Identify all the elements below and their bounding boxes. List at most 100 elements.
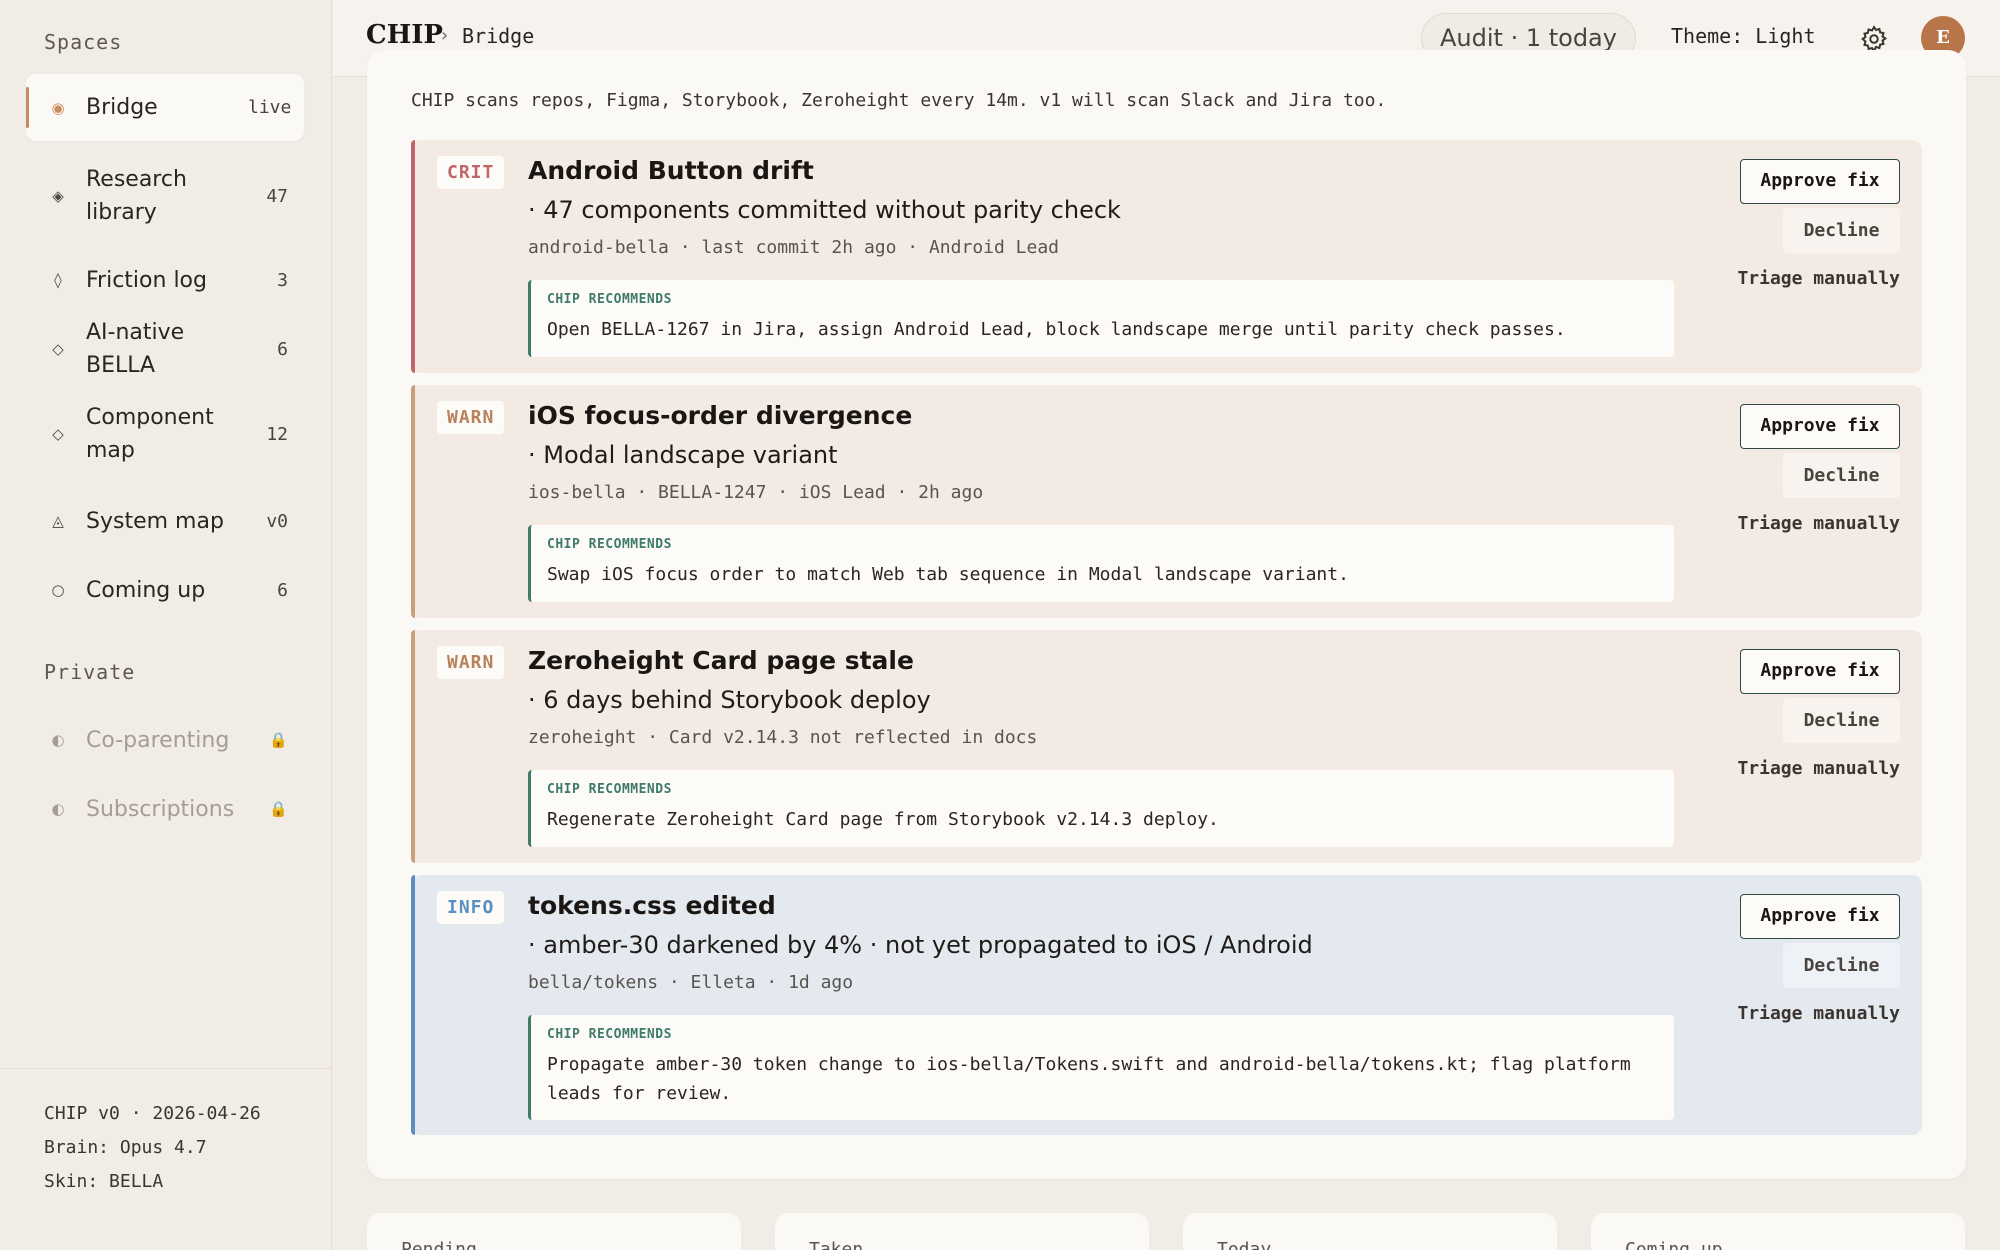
sidebar-item-count: 47 bbox=[266, 185, 288, 207]
sidebar-item-count: v0 bbox=[266, 510, 288, 532]
stat-card-today[interactable]: Today bbox=[1183, 1213, 1557, 1250]
sidebar-item-bridge[interactable]: ◉ Bridge live bbox=[26, 74, 304, 141]
radio-dot-icon: ◉ bbox=[51, 98, 65, 117]
triangle-icon: ◬ bbox=[52, 512, 64, 530]
brain-info: Brain: Opus 4.7 bbox=[44, 1137, 207, 1158]
stat-label: Pending bbox=[401, 1239, 477, 1250]
sidebar-item-label: Co-parenting bbox=[86, 727, 230, 753]
private-heading: Private bbox=[44, 660, 136, 684]
spaces-heading: Spaces bbox=[44, 30, 123, 54]
sidebar-item-label: Coming up bbox=[86, 577, 206, 603]
alert-title: Android Button drift bbox=[528, 156, 814, 185]
alert-title: iOS focus-order divergence bbox=[528, 401, 913, 430]
sidebar-item-count: 6 bbox=[277, 338, 288, 360]
sidebar-item-ai-native-bella[interactable]: ◇ AI-native BELLA 6 bbox=[26, 320, 304, 378]
recommendation-label: CHIP RECOMMENDS bbox=[547, 537, 672, 552]
sidebar-footer: CHIP v0 · 2026-04-26 Brain: Opus 4.7 Ski… bbox=[0, 1068, 332, 1199]
stat-card-taken[interactable]: Taken bbox=[775, 1213, 1149, 1250]
sidebar-item-label: Bridge bbox=[86, 95, 158, 120]
sidebar: Spaces ◉ Bridge live ◈ Research library … bbox=[0, 0, 332, 1250]
alert-card: WARN iOS focus-order divergence · Modal … bbox=[411, 385, 1922, 618]
recommendation-label: CHIP RECOMMENDS bbox=[547, 1027, 672, 1042]
triage-manually-button[interactable]: Triage manually bbox=[1714, 513, 1900, 534]
sidebar-item-count: 6 bbox=[277, 579, 288, 601]
recommendation-label: CHIP RECOMMENDS bbox=[547, 292, 672, 307]
lock-icon: 🔒 bbox=[269, 731, 288, 749]
sidebar-item-research-library[interactable]: ◈ Research library 47 bbox=[26, 158, 304, 234]
lozenge-icon: ◊ bbox=[54, 271, 62, 289]
recommendation-text: Swap iOS focus order to match Web tab se… bbox=[547, 564, 1349, 585]
alert-meta: bella/tokens · Elleta · 1d ago bbox=[528, 972, 854, 993]
stat-card-pending[interactable]: Pending bbox=[367, 1213, 741, 1250]
breadcrumb[interactable]: Bridge bbox=[462, 24, 534, 48]
sidebar-item-label: Research library bbox=[86, 167, 187, 225]
diamond-filled-icon: ◈ bbox=[52, 187, 64, 205]
recommendation-text: Propagate amber-30 token change to ios-b… bbox=[547, 1054, 1631, 1104]
triage-manually-button[interactable]: Triage manually bbox=[1714, 1003, 1900, 1024]
sidebar-item-coming-up[interactable]: ○ Coming up 6 bbox=[26, 565, 304, 615]
sidebar-item-count: 3 bbox=[277, 269, 288, 291]
severity-badge: WARN bbox=[437, 401, 505, 434]
alert-subtitle: · 47 components committed without parity… bbox=[528, 196, 1121, 224]
scan-note: CHIP scans repos, Figma, Storybook, Zero… bbox=[411, 90, 1387, 111]
recommendation-label: CHIP RECOMMENDS bbox=[547, 782, 672, 797]
skin-info: Skin: BELLA bbox=[44, 1171, 164, 1192]
sidebar-item-label: Subscriptions bbox=[86, 796, 235, 822]
approve-fix-button[interactable]: Approve fix bbox=[1740, 894, 1900, 939]
diamond-outline-icon: ◇ bbox=[52, 425, 64, 443]
decline-button[interactable]: Decline bbox=[1783, 453, 1900, 498]
severity-badge: WARN bbox=[437, 646, 505, 679]
approve-fix-button[interactable]: Approve fix bbox=[1740, 404, 1900, 449]
triage-manually-button[interactable]: Triage manually bbox=[1714, 758, 1900, 779]
alert-subtitle: · amber-30 darkened by 4% · not yet prop… bbox=[528, 931, 1313, 959]
severity-badge: INFO bbox=[437, 891, 505, 924]
recommendation-box: CHIP RECOMMENDS Regenerate Zeroheight Ca… bbox=[528, 770, 1674, 847]
sidebar-item-count: live bbox=[248, 97, 292, 118]
sidebar-item-label: AI-native BELLA bbox=[86, 320, 185, 378]
circle-icon: ○ bbox=[51, 581, 65, 599]
alert-title: Zeroheight Card page stale bbox=[528, 646, 914, 675]
alert-meta: zeroheight · Card v2.14.3 not reflected … bbox=[528, 727, 1038, 748]
recommendation-box: CHIP RECOMMENDS Open BELLA-1267 in Jira,… bbox=[528, 280, 1674, 357]
diamond-outline-icon: ◇ bbox=[52, 340, 64, 358]
decline-button[interactable]: Decline bbox=[1783, 208, 1900, 253]
sidebar-item-friction-log[interactable]: ◊ Friction log 3 bbox=[26, 255, 304, 305]
stat-card-coming-up[interactable]: Coming up bbox=[1591, 1213, 1965, 1250]
chevron-right-icon: › bbox=[441, 25, 449, 46]
recommendation-box: CHIP RECOMMENDS Propagate amber-30 token… bbox=[528, 1015, 1674, 1120]
sidebar-item-label: Friction log bbox=[86, 267, 207, 293]
sidebar-item-count: 12 bbox=[266, 423, 288, 445]
stat-label: Taken bbox=[809, 1239, 864, 1250]
alert-card: WARN Zeroheight Card page stale · 6 days… bbox=[411, 630, 1922, 863]
recommendation-text: Regenerate Zeroheight Card page from Sto… bbox=[547, 809, 1219, 830]
alert-meta: ios-bella · BELLA-1247 · iOS Lead · 2h a… bbox=[528, 482, 984, 503]
alert-subtitle: · 6 days behind Storybook deploy bbox=[528, 686, 931, 714]
sidebar-item-system-map[interactable]: ◬ System map v0 bbox=[26, 496, 304, 546]
sidebar-item-subscriptions[interactable]: ◐ Subscriptions 🔒 bbox=[26, 784, 304, 834]
alert-title: tokens.css edited bbox=[528, 891, 776, 920]
sidebar-item-component-map[interactable]: ◇ Component map 12 bbox=[26, 396, 304, 472]
decline-button[interactable]: Decline bbox=[1783, 943, 1900, 988]
recommendation-text: Open BELLA-1267 in Jira, assign Android … bbox=[547, 319, 1566, 340]
triage-manually-button[interactable]: Triage manually bbox=[1714, 268, 1900, 289]
theme-toggle[interactable]: Theme: Light bbox=[1671, 24, 1816, 48]
sidebar-item-label: System map bbox=[86, 508, 224, 534]
version-info: CHIP v0 · 2026-04-26 bbox=[44, 1103, 261, 1124]
brand-logo[interactable]: CHIP bbox=[366, 20, 443, 50]
half-circle-icon: ◐ bbox=[51, 800, 65, 818]
half-circle-icon: ◐ bbox=[51, 731, 65, 749]
approve-fix-button[interactable]: Approve fix bbox=[1740, 649, 1900, 694]
severity-badge: CRIT bbox=[437, 156, 505, 189]
alert-subtitle: · Modal landscape variant bbox=[528, 441, 838, 469]
lock-icon: 🔒 bbox=[269, 800, 288, 818]
recommendation-box: CHIP RECOMMENDS Swap iOS focus order to … bbox=[528, 525, 1674, 602]
decline-button[interactable]: Decline bbox=[1783, 698, 1900, 743]
alert-card: INFO tokens.css edited · amber-30 darken… bbox=[411, 875, 1922, 1135]
alert-meta: android-bella · last commit 2h ago · And… bbox=[528, 237, 1060, 258]
sidebar-item-co-parenting[interactable]: ◐ Co-parenting 🔒 bbox=[26, 715, 304, 765]
approve-fix-button[interactable]: Approve fix bbox=[1740, 159, 1900, 204]
stat-label: Today bbox=[1217, 1239, 1272, 1250]
stat-label: Coming up bbox=[1625, 1239, 1723, 1250]
sidebar-item-label: Component map bbox=[86, 405, 214, 463]
alert-card: CRIT Android Button drift · 47 component… bbox=[411, 140, 1922, 373]
